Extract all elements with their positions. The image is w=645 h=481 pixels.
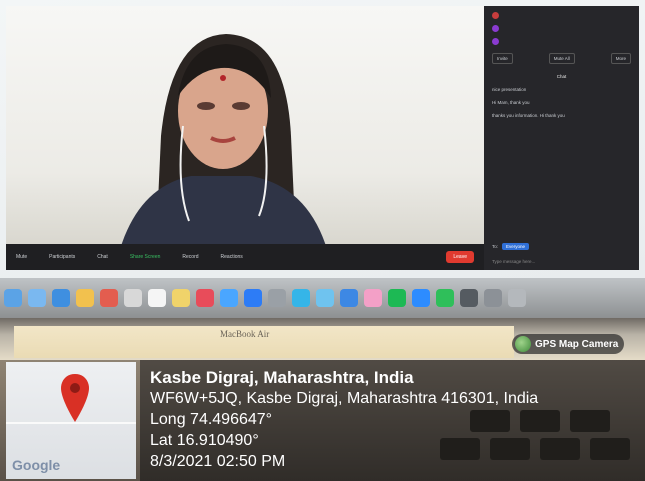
- end-meeting-button[interactable]: Leave: [446, 251, 474, 263]
- gps-camera-tag: GPS Map Camera: [512, 334, 625, 354]
- messages-icon[interactable]: [436, 289, 454, 307]
- gps-address: WF6W+5JQ, Kasbe Digraj, Maharashtra 4163…: [150, 390, 539, 407]
- participants-chat-panel: Invite Mute All More Chat nice presentat…: [484, 6, 639, 270]
- chat-text: Hi Mam, thank you: [492, 100, 530, 105]
- mac-dock: [0, 278, 645, 318]
- chat-message: thanks you information. Hi thank you: [492, 113, 631, 119]
- zoom-icon[interactable]: [412, 289, 430, 307]
- participant-row[interactable]: [492, 38, 631, 45]
- app-store-icon[interactable]: [244, 289, 262, 307]
- more-button[interactable]: More: [610, 53, 631, 64]
- calendar-icon[interactable]: [100, 289, 118, 307]
- photos-icon[interactable]: [364, 289, 382, 307]
- trash-icon[interactable]: [508, 289, 526, 307]
- participant-figure: [121, 34, 326, 244]
- chat-recipient-select[interactable]: Everyone: [502, 243, 530, 250]
- avatar: [492, 38, 499, 45]
- chat-message: Hi Mam, thank you: [492, 100, 631, 106]
- toolbar-chat[interactable]: Chat: [97, 254, 108, 260]
- music-icon[interactable]: [196, 289, 214, 307]
- gps-camera-label: GPS Map Camera: [535, 338, 619, 350]
- toolbar-record[interactable]: Record: [182, 254, 198, 260]
- gps-longitude: Long 74.496647°: [150, 411, 273, 428]
- launchpad-icon[interactable]: [28, 289, 46, 307]
- participant-row[interactable]: [492, 12, 631, 19]
- contacts-icon[interactable]: [124, 289, 142, 307]
- toolbar-reactions[interactable]: Reactions: [221, 254, 243, 260]
- keynote-icon[interactable]: [220, 289, 238, 307]
- google-logo: Google: [12, 457, 61, 473]
- gps-latitude: Lat 16.910490°: [150, 432, 259, 449]
- chat-to-label: To:: [492, 244, 499, 249]
- notes-icon[interactable]: [76, 289, 94, 307]
- map-thumbnail: Google: [6, 362, 136, 479]
- gps-info-panel: Kasbe Digraj, Maharashtra, India WF6W+5J…: [140, 360, 645, 481]
- mute-all-button[interactable]: Mute All: [548, 53, 575, 64]
- chat-text: nice presentation: [492, 87, 527, 92]
- reminders-icon[interactable]: [148, 289, 166, 307]
- participant-actions: Invite Mute All More: [492, 53, 631, 64]
- laptop-screen: Mute Participants Chat Share Screen Reco…: [0, 0, 645, 278]
- finder-icon[interactable]: [4, 289, 22, 307]
- terminal-icon[interactable]: [460, 289, 478, 307]
- meeting-toolbar: Mute Participants Chat Share Screen Reco…: [6, 244, 484, 270]
- chat-title: Chat: [556, 74, 567, 79]
- laptop-brand: MacBook Air: [220, 329, 270, 339]
- avatar: [492, 12, 499, 19]
- maps-icon[interactable]: [292, 289, 310, 307]
- safari-icon[interactable]: [52, 289, 70, 307]
- toolbar-mute[interactable]: Mute: [16, 254, 27, 260]
- chat-input[interactable]: Type message here...: [492, 259, 535, 264]
- snow-app-icon[interactable]: [316, 289, 334, 307]
- map-pin-icon: [61, 374, 89, 422]
- chat-recipient: To: Everyone: [492, 243, 530, 250]
- gps-datetime: 8/3/2021 02:50 PM: [150, 453, 286, 470]
- participant-video[interactable]: [6, 6, 484, 244]
- toolbar-participants[interactable]: Participants: [49, 254, 75, 260]
- stickies-icon[interactable]: [172, 289, 190, 307]
- photo-frame: Mute Participants Chat Share Screen Reco…: [0, 0, 645, 481]
- spotify-icon[interactable]: [388, 289, 406, 307]
- chat-message: nice presentation: [492, 87, 631, 93]
- globe-icon: [515, 336, 531, 352]
- chat-text: thanks you information. Hi thank you: [492, 113, 565, 118]
- app-icon[interactable]: [340, 289, 358, 307]
- preview-icon[interactable]: [484, 289, 502, 307]
- avatar: [492, 25, 499, 32]
- participant-row[interactable]: [492, 25, 631, 32]
- toolbar-share-screen[interactable]: Share Screen: [130, 254, 161, 260]
- settings-icon[interactable]: [268, 289, 286, 307]
- gps-place: Kasbe Digraj, Maharashtra, India: [150, 368, 414, 387]
- invite-button[interactable]: Invite: [492, 53, 513, 64]
